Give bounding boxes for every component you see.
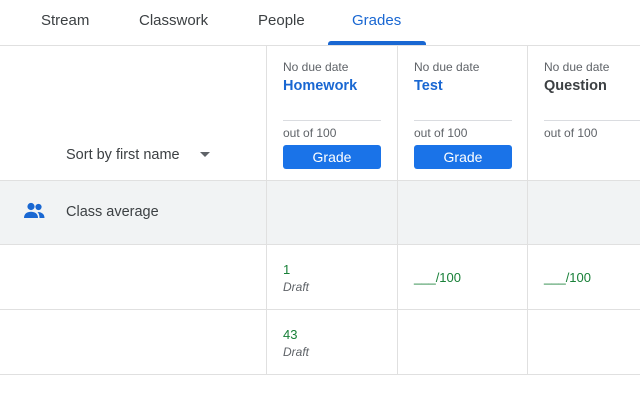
- grade-cell-score[interactable]: 1: [283, 262, 290, 277]
- due-date-label: No due date: [414, 60, 480, 74]
- assignment-title-link[interactable]: Question: [544, 78, 640, 94]
- out-of-label: out of 100: [414, 126, 468, 140]
- header-underline: [414, 120, 512, 121]
- grade-status-draft: Draft: [283, 345, 310, 359]
- people-icon: [22, 201, 46, 226]
- sort-dropdown[interactable]: Sort by first name: [66, 147, 180, 163]
- tab-bar: Stream Classwork People Grades: [0, 0, 640, 46]
- grade-cell-empty[interactable]: ___/100: [414, 270, 461, 285]
- header-underline: [283, 120, 381, 121]
- column-divider: [397, 46, 398, 375]
- assignment-header-homework: No due date Homework: [283, 60, 403, 94]
- column-divider: [527, 46, 528, 375]
- grade-cell-empty[interactable]: ___/100: [544, 270, 591, 285]
- grade-cell-score[interactable]: 43: [283, 327, 297, 342]
- active-tab-indicator: [328, 41, 426, 45]
- assignment-header-question: No due date Question: [544, 60, 640, 94]
- grade-button[interactable]: Grade: [283, 145, 381, 169]
- tab-stream[interactable]: Stream: [41, 12, 89, 29]
- row-divider: [0, 180, 640, 181]
- assignment-title-link[interactable]: Test: [414, 78, 534, 94]
- tab-classwork[interactable]: Classwork: [139, 12, 208, 29]
- due-date-label: No due date: [283, 60, 349, 74]
- out-of-label: out of 100: [544, 126, 598, 140]
- column-divider: [266, 46, 267, 375]
- header-underline: [544, 120, 640, 121]
- grade-status-draft: Draft: [283, 280, 310, 294]
- chevron-down-icon[interactable]: [200, 152, 210, 157]
- row-divider: [0, 374, 640, 375]
- class-average-label: Class average: [66, 204, 159, 220]
- assignment-title-link[interactable]: Homework: [283, 78, 403, 94]
- row-divider: [0, 244, 640, 245]
- grade-button[interactable]: Grade: [414, 145, 512, 169]
- out-of-label: out of 100: [283, 126, 337, 140]
- due-date-label: No due date: [544, 60, 610, 74]
- tab-people[interactable]: People: [258, 12, 305, 29]
- row-divider: [0, 309, 640, 310]
- assignment-header-test: No due date Test: [414, 60, 534, 94]
- tab-grades[interactable]: Grades: [352, 12, 401, 29]
